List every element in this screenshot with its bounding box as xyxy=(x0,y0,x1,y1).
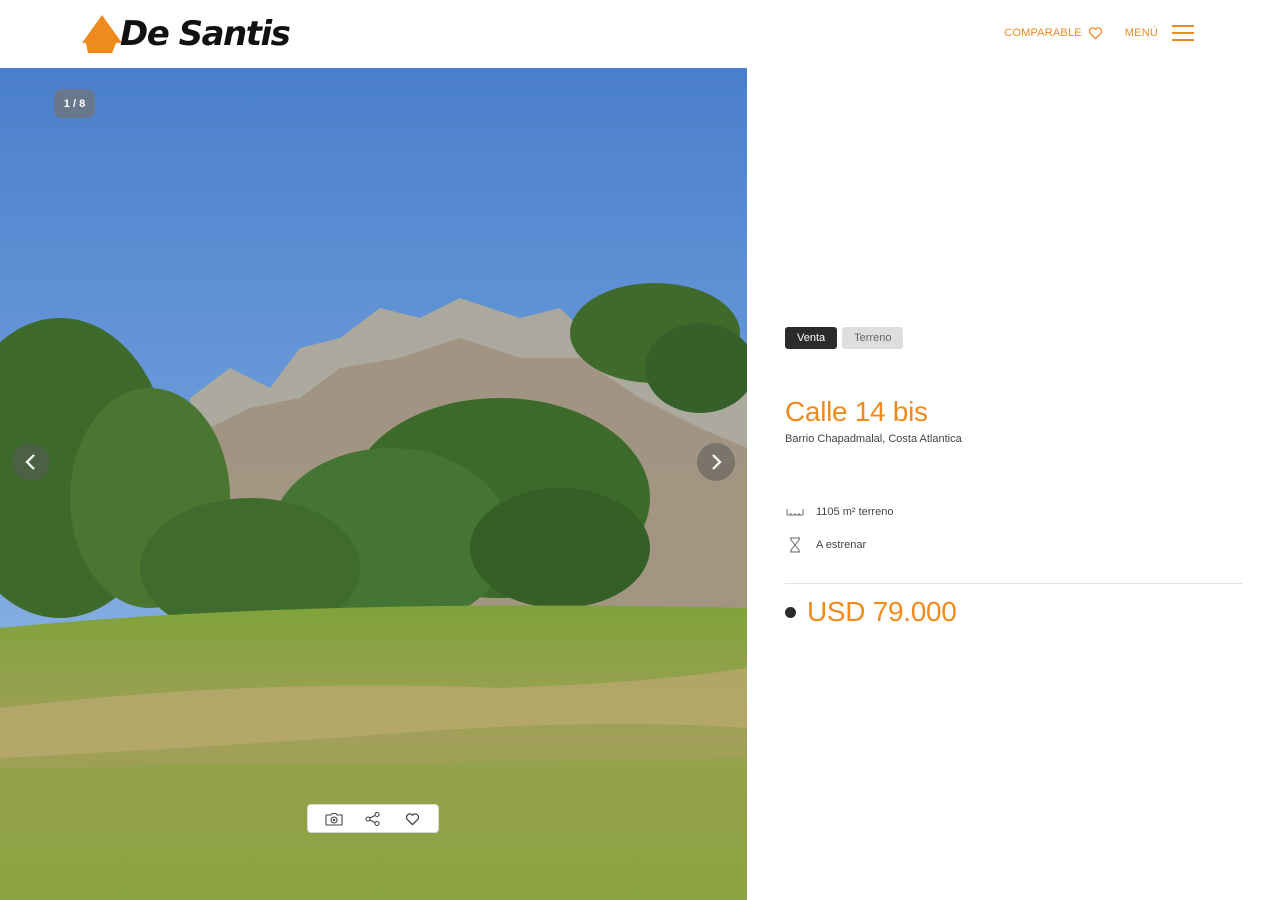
listing-details: Venta Terreno Calle 14 bis Barrio Chapad… xyxy=(785,68,1242,900)
listing-title: Calle 14 bis xyxy=(785,396,928,427)
chevron-right-icon xyxy=(712,454,722,470)
feature-area: 1105 m² terreno xyxy=(785,503,893,521)
listing-tags: Venta Terreno xyxy=(785,327,904,349)
heart-icon xyxy=(1088,26,1103,40)
brand-logo[interactable]: De Santis xyxy=(82,12,291,56)
share-button[interactable] xyxy=(360,808,386,830)
ruler-icon xyxy=(785,503,805,521)
feature-area-text: 1105 m² terreno xyxy=(816,506,894,518)
photo-counter: 1 / 8 xyxy=(54,89,95,118)
header-nav: COMPARABLE MENÚ xyxy=(1004,18,1194,48)
menu-label: MENÚ xyxy=(1124,27,1158,39)
listing-location: Barrio Chapadmalal, Costa Atlantica xyxy=(785,433,962,445)
share-icon xyxy=(365,811,380,826)
photo-gallery[interactable]: 1 / 8 xyxy=(0,68,747,900)
feature-condition-text: A estrenar xyxy=(816,539,867,551)
listing-price: USD 79.000 xyxy=(807,596,957,627)
property-photo xyxy=(0,68,747,900)
status-dot xyxy=(785,606,796,618)
tag-operation: Venta xyxy=(785,327,838,349)
favorite-button[interactable] xyxy=(399,808,425,830)
divider xyxy=(785,583,1242,584)
price-row: USD 79.000 xyxy=(785,596,957,628)
comparable-label: COMPARABLE xyxy=(1004,27,1082,39)
tag-property-type: Terreno xyxy=(842,327,904,349)
hourglass-icon xyxy=(785,536,805,554)
heart-icon xyxy=(405,812,419,825)
chevron-left-icon xyxy=(25,454,35,470)
brand-name: De Santis xyxy=(120,14,291,54)
hamburger-icon xyxy=(1172,23,1194,43)
site-header: De Santis COMPARABLE MENÚ xyxy=(0,0,1280,68)
previous-photo-button[interactable] xyxy=(12,443,50,481)
next-photo-button[interactable] xyxy=(697,443,735,481)
camera-folder-icon xyxy=(325,812,343,826)
menu-button[interactable]: MENÚ xyxy=(1125,23,1194,43)
comparable-link[interactable]: COMPARABLE xyxy=(1004,26,1103,40)
feature-condition: A estrenar xyxy=(785,536,866,554)
photo-toolbar xyxy=(307,804,439,833)
gallery-button[interactable] xyxy=(321,808,347,830)
